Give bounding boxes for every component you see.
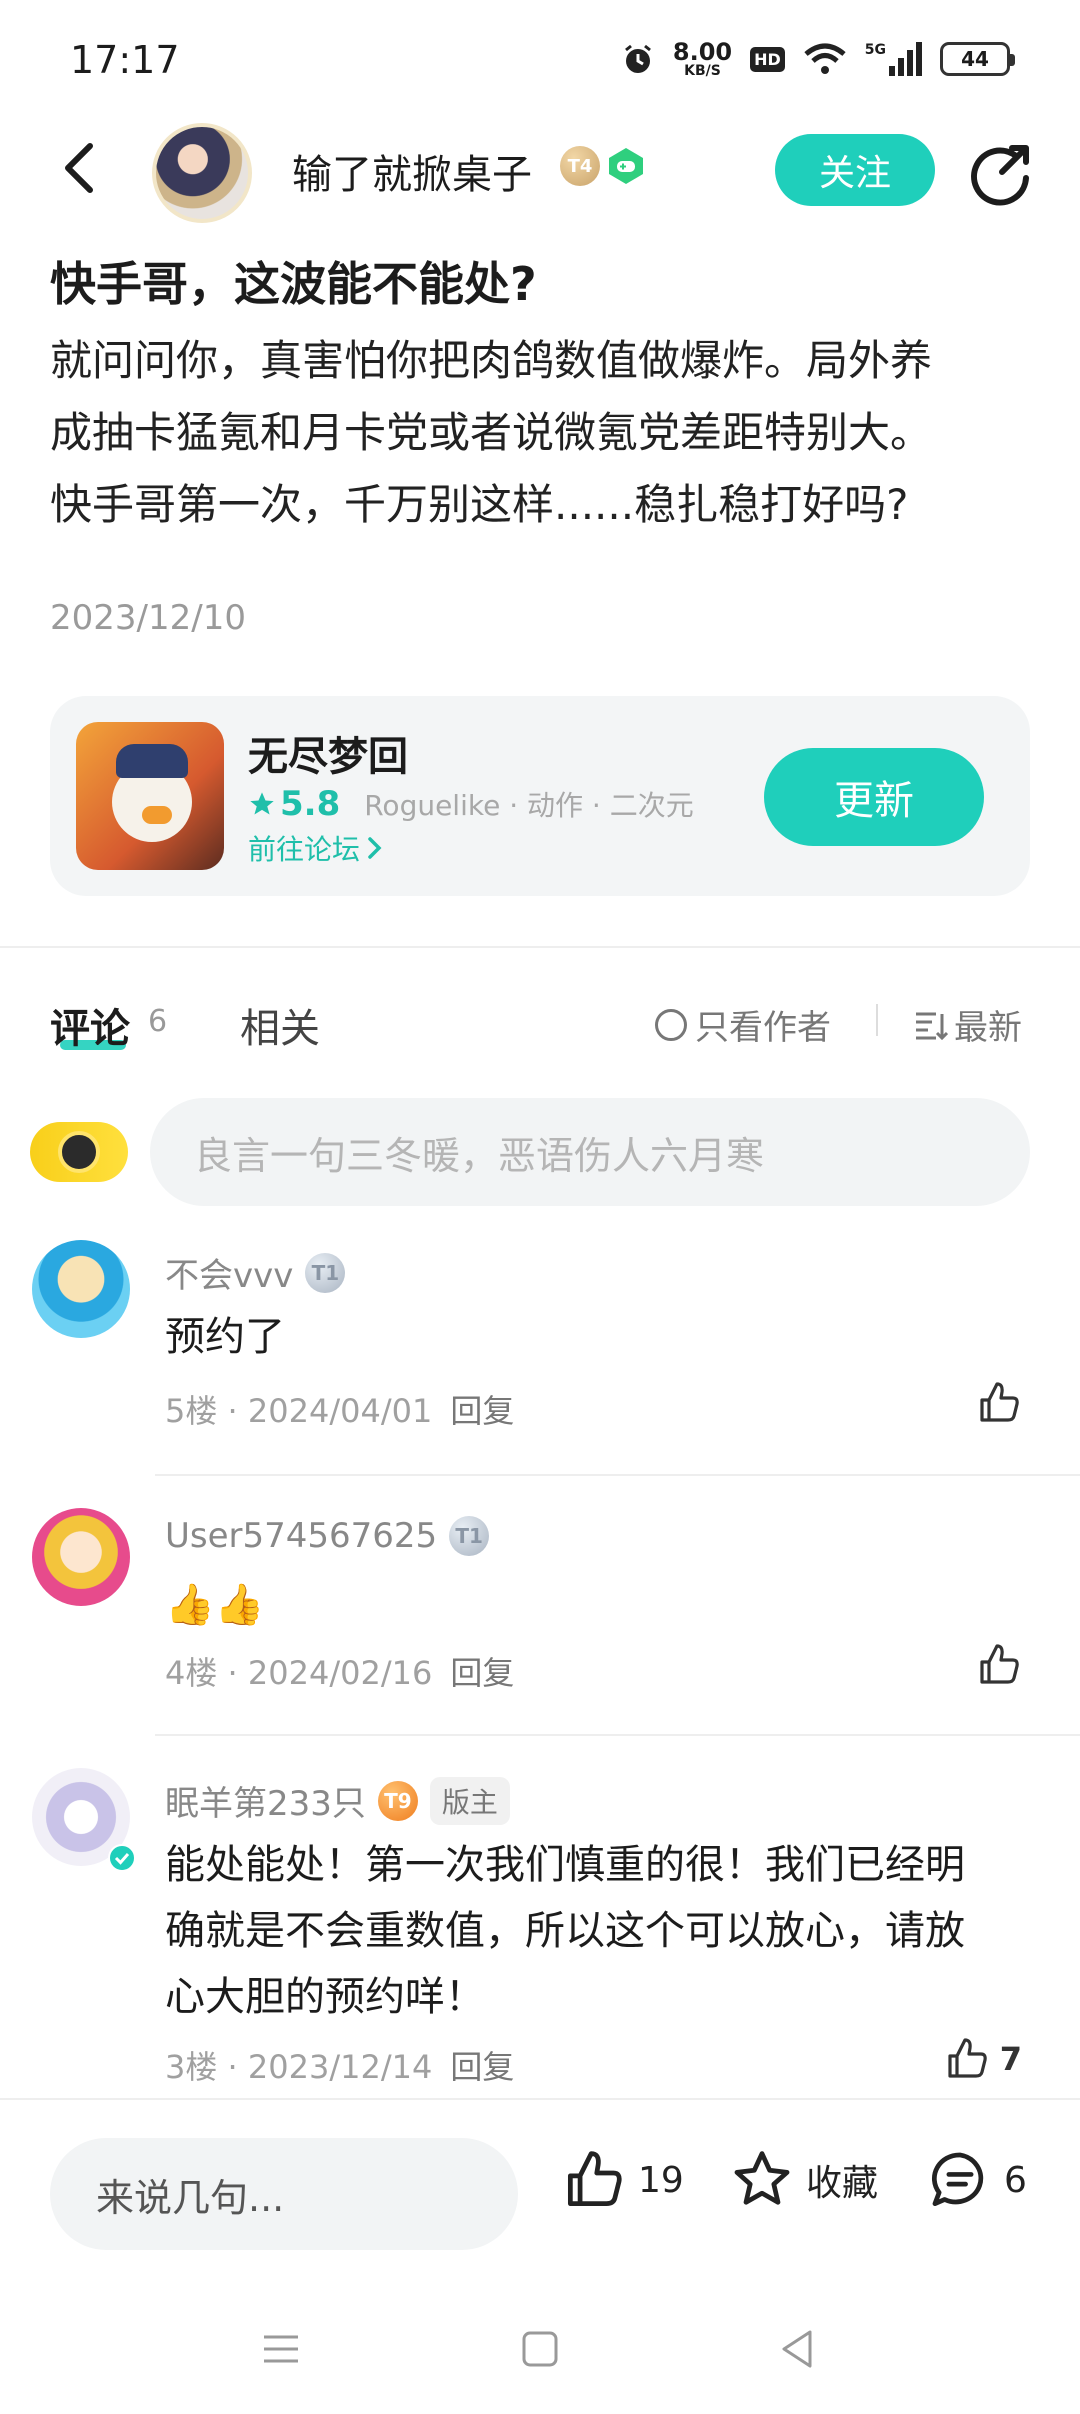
comment-text: 预约了 xyxy=(165,1314,285,1360)
like-button[interactable] xyxy=(976,1642,1022,1688)
level-badge-icon: T1 xyxy=(449,1516,490,1556)
comment-divider xyxy=(155,1474,1080,1476)
comment-username[interactable]: 不会vvv T1 xyxy=(165,1248,346,1297)
comment-username[interactable]: User574567625 T1 xyxy=(165,1516,490,1556)
back-arrow-icon[interactable] xyxy=(52,138,112,198)
tab-comments[interactable]: 评论 xyxy=(50,996,130,1054)
like-button[interactable] xyxy=(976,1380,1022,1426)
post-title: 快手哥，这波能不能处? xyxy=(50,257,537,311)
update-button[interactable]: 更新 xyxy=(764,748,984,846)
game-name[interactable]: 无尽梦回 xyxy=(248,724,408,782)
verified-icon xyxy=(108,1844,136,1872)
status-icons: 8.00 KB/S HD 5G 44 xyxy=(621,38,1015,79)
comment-avatar[interactable] xyxy=(32,1508,130,1606)
net-speed: 8.00 KB/S xyxy=(672,38,733,79)
author-avatar[interactable] xyxy=(152,123,252,223)
thumbs-up-icon xyxy=(567,2151,622,2207)
reply-button[interactable]: 回复 xyxy=(450,2048,514,2086)
like-count: 7 xyxy=(999,2040,1022,2078)
thumbs-up-icon xyxy=(980,1382,1019,1422)
moderator-tag: 版主 xyxy=(429,1776,510,1825)
tab-related[interactable]: 相关 xyxy=(240,996,320,1054)
game-card[interactable]: 无尽梦回 5.8 Roguelike · 动作 · 二次元 前往论坛 更新 xyxy=(50,696,1030,896)
thumbs-up-icon xyxy=(948,2038,987,2078)
comment-avatar[interactable] xyxy=(32,1240,130,1338)
star-icon xyxy=(250,792,274,815)
divider xyxy=(876,1004,878,1036)
back-triangle-icon[interactable] xyxy=(772,2324,822,2374)
comment-bubble-icon xyxy=(931,2152,984,2207)
game-icon[interactable] xyxy=(76,722,224,870)
share-icon[interactable] xyxy=(966,138,1036,208)
section-divider xyxy=(0,946,1080,948)
radio-icon[interactable] xyxy=(655,1008,687,1041)
comment-meta: 4楼 · 2024/02/16 回复 xyxy=(165,1654,515,1692)
author-name[interactable]: 输了就掀桌子 xyxy=(292,142,532,200)
comment-meta: 3楼 · 2023/12/14 回复 xyxy=(165,2048,515,2086)
my-avatar[interactable] xyxy=(30,1122,128,1182)
comment-divider xyxy=(155,1734,1080,1736)
favorite-button[interactable]: 收藏 xyxy=(730,2148,878,2212)
forum-link[interactable]: 前往论坛 xyxy=(248,828,384,868)
post-header: 输了就掀桌子 T4 关注 xyxy=(0,120,1080,223)
only-author-toggle[interactable]: 只看作者 xyxy=(655,1000,831,1049)
comments-button[interactable]: 6 xyxy=(928,2148,1027,2212)
signal-icon: 5G xyxy=(865,42,922,76)
hd-icon: HD xyxy=(750,46,785,72)
comment-text: 👍👍 xyxy=(165,1582,265,1628)
follow-button[interactable]: 关注 xyxy=(775,134,935,206)
post-like-button[interactable]: 19 xyxy=(562,2148,684,2212)
sort-button[interactable]: 最新 xyxy=(914,1000,1022,1049)
game-meta: 5.8 Roguelike · 动作 · 二次元 xyxy=(248,784,694,824)
comment-username[interactable]: 眠羊第233只 T9 版主 xyxy=(165,1776,510,1825)
level-badge-icon: T4 xyxy=(560,146,600,186)
status-time: 17:17 xyxy=(70,38,180,82)
chevron-right-icon xyxy=(368,837,382,859)
say-input[interactable]: 来说几句... xyxy=(50,2138,518,2250)
home-icon[interactable] xyxy=(515,2324,565,2374)
comment-input[interactable]: 良言一句三冬暖，恶语伤人六月寒 xyxy=(150,1098,1030,1206)
system-nav-bar xyxy=(0,2284,1080,2414)
game-controller-icon xyxy=(609,148,643,184)
comment-text: 能处能处！第一次我们慎重的很！我们已经明 确就是不会重数值，所以这个可以放心，请… xyxy=(165,1842,965,2020)
thumbs-up-icon xyxy=(980,1644,1019,1684)
level-badge-icon: T1 xyxy=(305,1252,346,1293)
bottom-action-bar: 来说几句... 19 收藏 6 xyxy=(0,2098,1080,2284)
level-badge-icon: T9 xyxy=(377,1780,418,1821)
post-date: 2023/12/10 xyxy=(50,598,246,638)
tab-comment-count: 6 xyxy=(148,1004,168,1039)
game-tags: Roguelike · 动作 · 二次元 xyxy=(364,789,694,822)
star-outline-icon xyxy=(734,2151,790,2205)
like-button[interactable]: 7 xyxy=(944,2036,1022,2082)
alarm-icon xyxy=(624,44,651,73)
reply-button[interactable]: 回复 xyxy=(450,1392,514,1430)
battery-icon: 44 xyxy=(940,42,1015,76)
game-rating: 5.8 xyxy=(248,784,340,824)
post-body: 就问问你，真害怕你把肉鸽数值做爆炸。局外养 成抽卡猛氪和月卡党或者说微氪党差距特… xyxy=(50,336,933,529)
reply-button[interactable]: 回复 xyxy=(450,1654,514,1692)
sort-icon xyxy=(916,1012,948,1040)
comment-meta: 5楼 · 2024/04/01 回复 xyxy=(165,1392,515,1430)
wifi-icon xyxy=(804,43,846,74)
status-bar: 17:17 8.00 KB/S HD 5G 44 xyxy=(0,0,1080,130)
menu-icon[interactable] xyxy=(256,2324,306,2374)
